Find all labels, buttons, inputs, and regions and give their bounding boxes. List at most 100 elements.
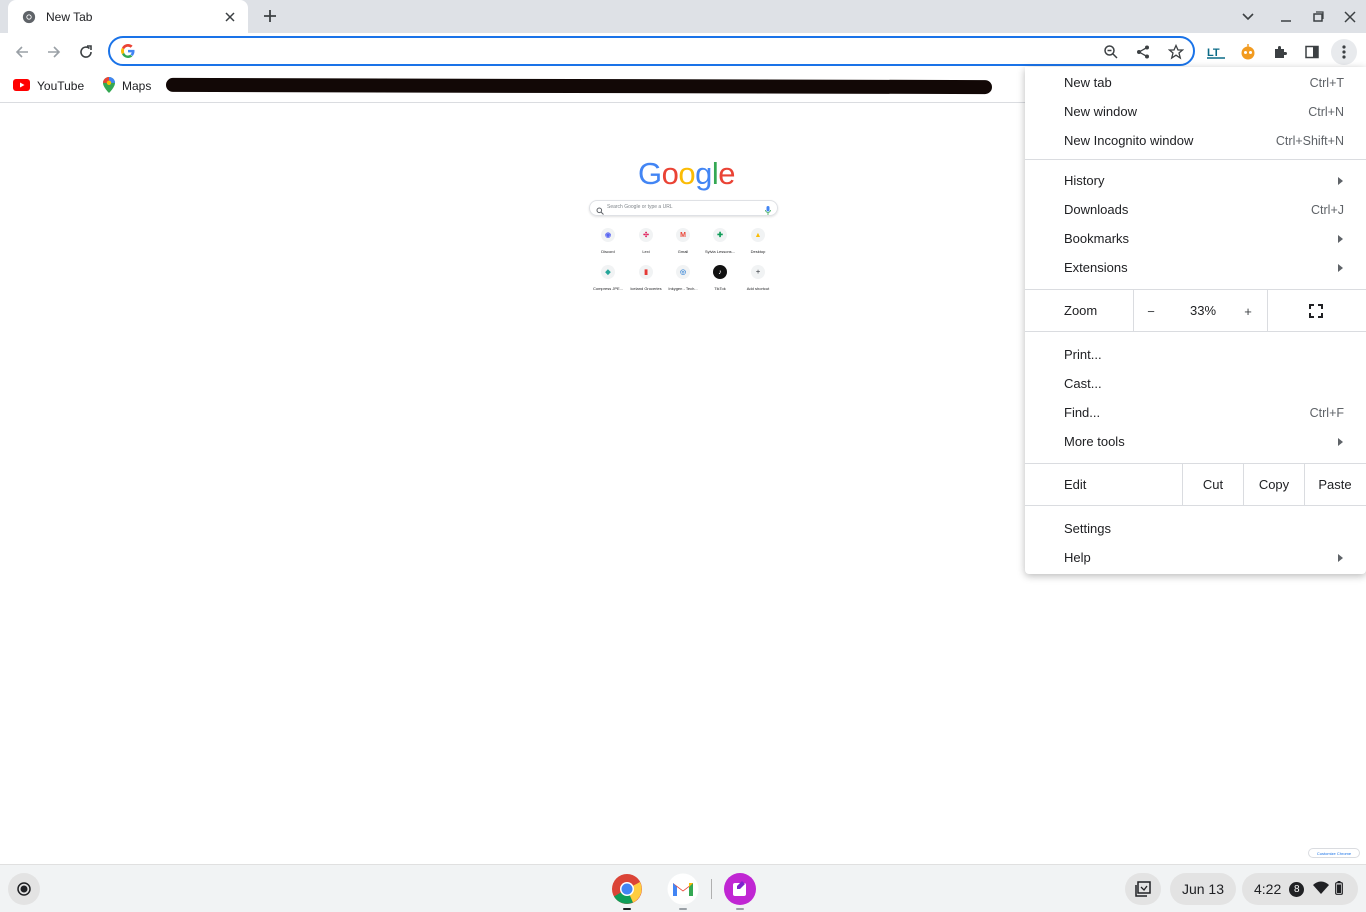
running-indicator [623, 908, 631, 910]
menu-shortcut: Ctrl+N [1308, 104, 1344, 119]
shortcut-tile[interactable]: ◆ Compress JPE... [590, 265, 626, 295]
menu-item-settings[interactable]: Settings [1025, 514, 1366, 543]
chrome-icon [612, 874, 642, 904]
zoom-icon[interactable] [1101, 42, 1121, 62]
zoom-in-button[interactable]: + [1238, 301, 1258, 321]
tab-search-icon[interactable] [1237, 6, 1259, 28]
side-panel-icon[interactable] [1299, 39, 1325, 65]
back-icon[interactable] [9, 39, 35, 65]
shortcut-tile[interactable]: M Gmail [665, 228, 701, 258]
submenu-arrow-icon [1338, 553, 1343, 562]
logo-letter: o [661, 156, 679, 191]
shortcut-glyph: M [680, 231, 686, 239]
reload-icon[interactable] [73, 39, 99, 65]
menu-label: Extensions [1064, 260, 1128, 275]
submenu-arrow-icon [1338, 176, 1343, 185]
menu-item-more-tools[interactable]: More tools [1025, 427, 1366, 456]
bookmark-youtube[interactable]: YouTube [13, 76, 84, 96]
shortcut-tiktok-icon: ♪ [713, 265, 727, 279]
shortcut-glyph: ▲ [754, 231, 762, 239]
shelf-app-gmail[interactable] [667, 873, 699, 905]
omnibox[interactable] [108, 36, 1195, 66]
shortcut-drive-icon: ▲ [751, 228, 765, 242]
shortcut-label: Gmail [677, 249, 689, 254]
customize-chrome-button[interactable]: Customize Chrome [1308, 848, 1360, 858]
new-tab-button[interactable] [259, 5, 281, 27]
share-icon[interactable] [1133, 42, 1153, 62]
menu-item-bookmarks[interactable]: Bookmarks [1025, 224, 1366, 253]
running-indicator [736, 908, 744, 910]
date-tray[interactable]: Jun 13 [1170, 873, 1236, 905]
extension-lt-icon[interactable]: LT [1203, 39, 1229, 65]
logo-letter: g [695, 156, 712, 191]
menu-separator [1025, 505, 1366, 506]
copy-button[interactable]: Copy [1244, 477, 1304, 492]
maps-icon [103, 76, 115, 96]
tab-strip: New Tab [0, 0, 1366, 33]
shortcut-tile[interactable]: ◉ Discord [590, 228, 626, 258]
extension-robot-icon[interactable] [1235, 39, 1261, 65]
menu-item-new-window[interactable]: New window Ctrl+N [1025, 97, 1366, 126]
cut-button[interactable]: Cut [1183, 477, 1243, 492]
menu-item-new-tab[interactable]: New tab Ctrl+T [1025, 68, 1366, 97]
shortcut-label: Add shortcut [746, 286, 770, 291]
zoom-label: Zoom [1064, 303, 1098, 318]
menu-item-print[interactable]: Print... [1025, 340, 1366, 369]
status-tray[interactable]: 4:22 8 [1242, 873, 1358, 905]
menu-label: New tab [1064, 75, 1112, 90]
menu-item-history[interactable]: History [1025, 166, 1366, 195]
menu-item-new-incognito[interactable]: New Incognito window Ctrl+Shift+N [1025, 126, 1366, 155]
shortcut-tile[interactable]: ✚ Sylvia Lessons... [702, 228, 738, 258]
omnibox-input[interactable] [142, 42, 1092, 60]
minimize-icon[interactable] [1275, 6, 1297, 28]
shortcut-glyph: ▮ [644, 269, 648, 276]
chrome-menu-icon[interactable] [1331, 39, 1357, 65]
fullscreen-icon[interactable] [1306, 301, 1326, 321]
close-icon[interactable] [222, 9, 238, 25]
tab-new-tab[interactable]: New Tab [8, 0, 248, 33]
microphone-icon[interactable] [765, 203, 771, 218]
menu-item-cast[interactable]: Cast... [1025, 369, 1366, 398]
menu-item-downloads[interactable]: Downloads Ctrl+J [1025, 195, 1366, 224]
ntp-search-box[interactable]: Search Google or type a URL [589, 200, 778, 216]
svg-text:LT: LT [1207, 47, 1220, 59]
shortcut-label: Lexi [642, 249, 650, 254]
bookmark-maps[interactable]: Maps [103, 76, 151, 96]
logo-letter: G [638, 156, 662, 191]
shortcut-tile[interactable]: ♪ TikTok [702, 265, 738, 295]
logo-letter: e [718, 156, 736, 191]
menu-item-find[interactable]: Find... Ctrl+F [1025, 398, 1366, 427]
zoom-out-button[interactable]: − [1141, 301, 1161, 321]
menu-label: Find... [1064, 405, 1101, 420]
chrome-icon [21, 9, 37, 25]
restore-icon[interactable] [1307, 6, 1329, 28]
ntp-search-placeholder: Search Google or type a URL [607, 204, 673, 210]
shelf-app-chrome[interactable] [611, 873, 643, 905]
shortcut-tile[interactable]: ✣ Lexi [628, 228, 664, 258]
launcher-button[interactable] [8, 873, 40, 905]
holding-space-button[interactable] [1125, 873, 1161, 905]
bookmark-star-icon[interactable] [1166, 42, 1186, 62]
forward-icon[interactable] [41, 39, 67, 65]
tab-title: New Tab [46, 9, 93, 24]
menu-item-help[interactable]: Help [1025, 543, 1366, 572]
date-label: Jun 13 [1181, 881, 1225, 897]
shortcut-tile[interactable]: ▲ Desktop [740, 228, 776, 258]
add-shortcut-tile[interactable]: + Add shortcut [740, 265, 776, 295]
shortcut-tile[interactable]: ▮ Iceland Groceries [628, 265, 664, 295]
shelf-divider [711, 879, 712, 899]
menu-label: Help [1064, 550, 1091, 565]
shortcut-label: Discord [601, 249, 615, 254]
plus-icon: + [751, 265, 765, 279]
toolbar: LT [0, 33, 1366, 70]
google-logo: Google [638, 156, 736, 192]
menu-shortcut: Ctrl+T [1309, 75, 1344, 90]
menu-item-extensions[interactable]: Extensions [1025, 253, 1366, 282]
shelf-app-canvas[interactable] [724, 873, 756, 905]
menu-label: New Incognito window [1064, 133, 1194, 148]
shortcut-tile[interactable]: ◎ Inkygen - Tech... [665, 265, 701, 295]
window-close-icon[interactable] [1339, 6, 1361, 28]
notification-count-badge: 8 [1289, 881, 1305, 897]
paste-button[interactable]: Paste [1305, 477, 1365, 492]
extensions-puzzle-icon[interactable] [1267, 39, 1293, 65]
